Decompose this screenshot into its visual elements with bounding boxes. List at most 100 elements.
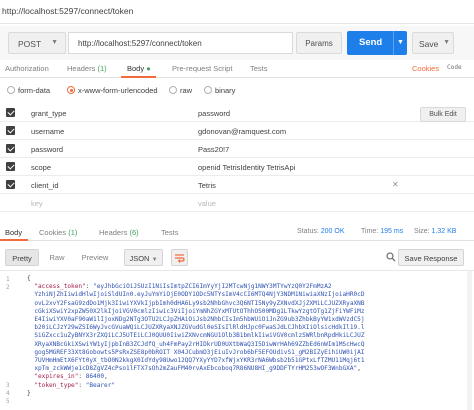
json-string-value: "eyJhbGciOiJSUzI1NiIsImtpZCI6ImYyYjI2MTc… bbox=[34, 283, 365, 373]
format-label: JSON bbox=[129, 254, 150, 263]
response-tabs: Body Cookies (1) Headers (6) Tests Statu… bbox=[0, 224, 474, 241]
table-row: username gdonovan@ramquest.com bbox=[0, 122, 474, 140]
json-string-value: "Bearer" bbox=[85, 381, 116, 389]
radio-selected-icon bbox=[67, 86, 75, 94]
field-key[interactable]: client_id bbox=[31, 181, 59, 190]
method-select[interactable]: POST ▼ bbox=[8, 32, 66, 54]
request-tab-title[interactable]: http://localhost:5297/connect/token bbox=[2, 6, 133, 16]
tab-body-label: Body bbox=[127, 64, 145, 73]
status-readout: Status: 200 OK bbox=[297, 228, 345, 235]
json-key: "access_token" bbox=[34, 283, 86, 291]
headers-count: (6) bbox=[129, 228, 139, 237]
line-number: 2 bbox=[6, 284, 10, 291]
field-value[interactable]: openid TetrisIdentity TetrisApi bbox=[198, 163, 295, 172]
tab-headers[interactable]: Headers (1) bbox=[67, 64, 107, 73]
chevron-down-icon[interactable]: ▼ bbox=[443, 39, 450, 46]
radio-icon bbox=[204, 86, 212, 94]
json-code: { "access_token": "eyJhbGciOiJSUzI1NiIsI… bbox=[27, 275, 365, 397]
status-value: 200 OK bbox=[320, 228, 345, 235]
radio-icon bbox=[7, 86, 15, 94]
table-row: grant_type password bbox=[0, 104, 474, 122]
save-label: Save bbox=[419, 39, 439, 49]
raw-button[interactable]: Raw bbox=[44, 249, 70, 266]
delete-icon[interactable]: ✕ bbox=[392, 180, 399, 189]
vertical-scrollbar[interactable] bbox=[467, 271, 472, 410]
json-number-value: 86400 bbox=[85, 373, 105, 381]
tab-headers-label: Headers bbox=[99, 228, 128, 237]
request-bar: POST ▼ http://localhost:5297/connect/tok… bbox=[0, 26, 474, 60]
radio-x-www-form-urlencoded[interactable]: x-www-form-urlencoded bbox=[67, 86, 158, 95]
line-number: 5 bbox=[6, 398, 10, 405]
radio-label: raw bbox=[180, 86, 193, 95]
field-key[interactable]: username bbox=[31, 127, 64, 136]
tab-response-body[interactable]: Body bbox=[5, 228, 22, 237]
tab-response-tests[interactable]: Tests bbox=[161, 228, 179, 237]
time-value: 195 ms bbox=[380, 228, 404, 235]
checkbox[interactable] bbox=[6, 144, 15, 153]
headers-count: (1) bbox=[97, 64, 107, 73]
json-key: "token_type" bbox=[34, 381, 79, 389]
field-value[interactable]: Tetris bbox=[198, 181, 216, 190]
chevron-down-icon[interactable]: ▼ bbox=[393, 31, 407, 55]
url-input[interactable]: http://localhost:5297/connect/token bbox=[68, 32, 293, 54]
send-label: Send bbox=[359, 37, 383, 48]
radio-form-data[interactable]: form-data bbox=[7, 86, 50, 95]
chevron-down-icon: ▼ bbox=[151, 257, 158, 263]
field-value[interactable]: password bbox=[198, 109, 230, 118]
params-button[interactable]: Params bbox=[296, 32, 342, 54]
format-select[interactable]: JSON ▼ bbox=[124, 249, 163, 266]
field-key[interactable]: password bbox=[31, 145, 63, 154]
tab-authorization[interactable]: Authorization bbox=[5, 64, 49, 73]
search-icon[interactable] bbox=[386, 252, 396, 262]
radio-label: binary bbox=[215, 86, 236, 95]
wrap-lines-button[interactable] bbox=[171, 249, 188, 266]
field-key[interactable]: scope bbox=[31, 163, 51, 172]
body-active-dot: ● bbox=[146, 64, 151, 73]
new-key-input[interactable]: key bbox=[31, 199, 43, 208]
wrap-lines-icon bbox=[175, 254, 185, 263]
field-value[interactable]: Pass20!7 bbox=[198, 145, 229, 154]
tab-body[interactable]: Body ● bbox=[127, 64, 151, 73]
response-body-viewer[interactable]: 1 2 3 4 5 { "access_token": "eyJhbGciOiJ… bbox=[0, 270, 474, 410]
line-number-gutter: 1 2 3 4 5 bbox=[0, 271, 22, 410]
tab-cookies-label: Cookies bbox=[39, 228, 67, 237]
tab-headers-label: Headers bbox=[67, 64, 96, 73]
field-value[interactable]: gdonovan@ramquest.com bbox=[198, 127, 286, 136]
cookies-count: (1) bbox=[68, 228, 78, 237]
time-label: Time: bbox=[361, 228, 379, 235]
tab-pre-request-script[interactable]: Pre-request Script bbox=[172, 64, 232, 73]
checkbox[interactable] bbox=[6, 162, 15, 171]
checkbox[interactable] bbox=[6, 126, 15, 135]
save-response-button[interactable]: Save Response bbox=[398, 249, 464, 266]
active-tab-indicator bbox=[0, 239, 28, 241]
checkbox[interactable] bbox=[6, 108, 15, 117]
table-row-new: key value bbox=[0, 194, 474, 212]
radio-binary[interactable]: binary bbox=[204, 86, 236, 95]
request-tab-title-bar: http://localhost:5297/connect/token bbox=[0, 0, 474, 24]
preview-button[interactable]: Preview bbox=[75, 249, 115, 266]
cookies-link[interactable]: Cookies bbox=[412, 64, 439, 73]
table-row: scope openid TetrisIdentity TetrisApi bbox=[0, 158, 474, 176]
save-button[interactable]: Save ▼ bbox=[412, 32, 454, 54]
size-value: 1.32 KB bbox=[431, 228, 457, 235]
new-value-input[interactable]: value bbox=[198, 199, 216, 208]
pretty-button[interactable]: Pretty bbox=[5, 249, 39, 266]
tab-tests[interactable]: Tests bbox=[250, 64, 268, 73]
checkbox[interactable] bbox=[6, 180, 15, 189]
json-open-brace: { bbox=[27, 275, 31, 282]
tab-response-headers[interactable]: Headers (6) bbox=[99, 228, 139, 237]
json-close-brace: } bbox=[27, 389, 31, 397]
radio-raw[interactable]: raw bbox=[169, 86, 193, 95]
radio-label: x-www-form-urlencoded bbox=[78, 86, 158, 95]
json-key: "expires_in" bbox=[34, 373, 79, 381]
tab-response-cookies[interactable]: Cookies (1) bbox=[39, 228, 77, 237]
table-row: client_id Tetris ✕ bbox=[0, 176, 474, 194]
send-button[interactable]: Send ▼ bbox=[347, 31, 407, 55]
code-link[interactable]: Code bbox=[447, 64, 474, 72]
time-readout: Time: 195 ms bbox=[361, 228, 403, 235]
bulk-edit-button[interactable]: Bulk Edit bbox=[420, 107, 466, 122]
field-key[interactable]: grant_type bbox=[31, 109, 66, 118]
active-tab-indicator bbox=[121, 76, 156, 78]
method-label: POST bbox=[18, 39, 42, 49]
radio-icon bbox=[169, 86, 177, 94]
